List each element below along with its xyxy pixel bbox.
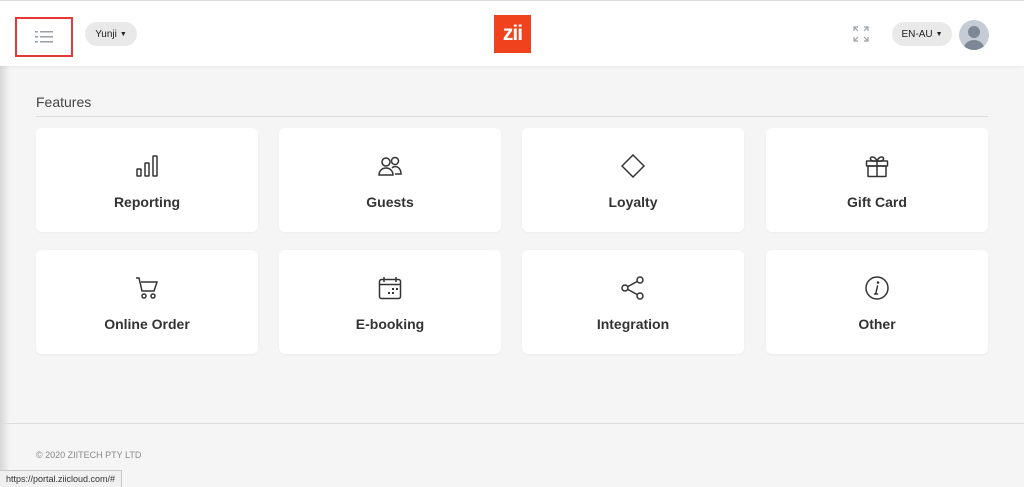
feature-card-label: Gift Card (847, 194, 907, 210)
feature-card-label: E-booking (355, 316, 425, 332)
store-selector-dropdown[interactable]: Yunji ▼ (85, 22, 137, 46)
language-label: EN-AU (901, 28, 933, 40)
feature-card-integration[interactable]: Integration (522, 250, 744, 354)
feature-card-label: Other (858, 316, 896, 332)
footer-copyright: © 2020 ZIITECH PTY LTD (36, 450, 142, 460)
language-selector-dropdown[interactable]: EN-AU ▼ (892, 22, 952, 46)
feature-card-online-order[interactable]: Online Order (36, 250, 258, 354)
top-navbar: Yunji ▼ zii EN-AU ▼ (0, 0, 1024, 66)
feature-card-guests[interactable]: Guests (279, 128, 501, 232)
feature-card-label: Loyalty (608, 194, 658, 210)
diamond-icon (621, 154, 645, 178)
footer-divider (0, 423, 1024, 424)
calendar-icon (378, 276, 402, 300)
feature-card-label: Online Order (104, 316, 190, 332)
logo-text: zii (502, 22, 523, 45)
menu-toggle-button[interactable] (15, 17, 73, 57)
share-icon (621, 276, 645, 300)
caret-down-icon: ▼ (935, 30, 943, 38)
feature-card-other[interactable]: Other (766, 250, 988, 354)
feature-card-label: Reporting (113, 194, 181, 210)
bar-chart-icon (135, 154, 159, 178)
fullscreen-expand-icon[interactable] (853, 26, 869, 42)
store-selector-label: Yunji (95, 28, 117, 40)
feature-card-loyalty[interactable]: Loyalty (522, 128, 744, 232)
user-avatar[interactable] (959, 20, 989, 50)
section-divider (36, 116, 988, 117)
info-icon (865, 276, 889, 300)
gift-icon (865, 154, 889, 178)
people-icon (378, 154, 402, 178)
caret-down-icon: ▼ (119, 30, 127, 38)
browser-status-url: https://portal.ziicloud.com/# (0, 470, 123, 487)
feature-card-gift-card[interactable]: Gift Card (766, 128, 988, 232)
feature-card-label: Guests (366, 194, 414, 210)
zii-logo[interactable]: zii (494, 15, 531, 53)
page: Yunji ▼ zii EN-AU ▼ Features Reporting G… (0, 0, 1024, 487)
feature-card-label: Integration (596, 316, 670, 332)
cart-icon (135, 276, 159, 300)
features-section-title: Features (36, 94, 92, 110)
list-menu-icon (35, 31, 53, 43)
feature-card-e-booking[interactable]: E-booking (279, 250, 501, 354)
feature-card-reporting[interactable]: Reporting (36, 128, 258, 232)
